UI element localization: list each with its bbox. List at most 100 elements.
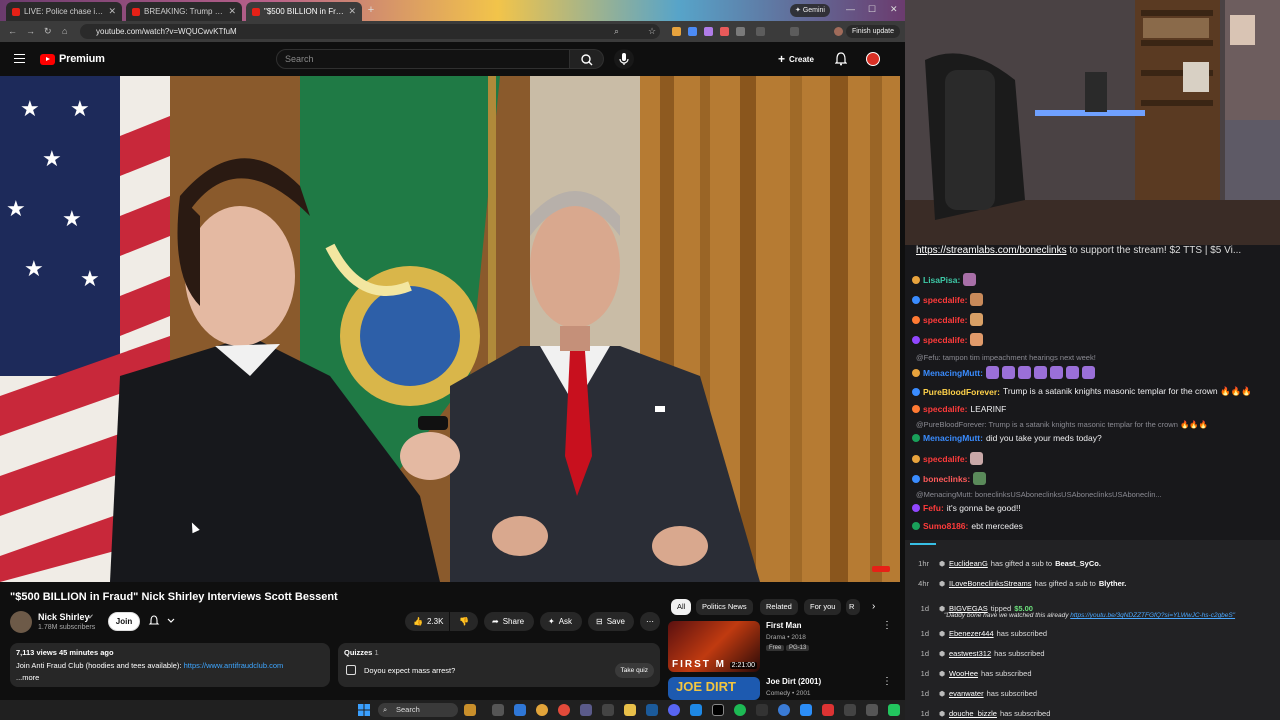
search-input[interactable]: Search [276, 49, 570, 69]
extensions-puzzle-icon[interactable] [756, 27, 765, 36]
join-button[interactable]: Join [108, 612, 140, 631]
share-button[interactable]: ➦ Share [484, 612, 534, 631]
gemini-button[interactable]: ✦ Gemini [790, 4, 830, 17]
chat-username[interactable]: specdalife: [923, 404, 967, 414]
windows-start-icon[interactable] [358, 704, 370, 716]
extension-icon[interactable] [736, 27, 745, 36]
taskbar-app-icon[interactable] [800, 704, 812, 716]
taskbar-app-icon[interactable] [844, 704, 856, 716]
notifications-bell-icon[interactable] [835, 52, 847, 66]
chat-username[interactable]: Sumo8186: [923, 521, 968, 531]
create-button[interactable]: + Create [778, 51, 814, 67]
menu-icon[interactable] [14, 54, 25, 63]
taskbar-app-icon[interactable] [464, 704, 476, 716]
task-view-icon[interactable] [492, 704, 504, 716]
chip-overflow[interactable]: R [846, 599, 860, 615]
forward-icon[interactable]: → [26, 26, 35, 36]
more-vertical-icon[interactable]: ⋮ [882, 676, 892, 687]
file-explorer-icon[interactable] [624, 704, 636, 716]
chat-username[interactable]: boneclinks: [923, 474, 970, 484]
url-field[interactable]: youtube.com/watch?v=WQUCwvKTfuM [80, 24, 660, 39]
taskbar-app-icon[interactable] [888, 704, 900, 716]
maximize-icon[interactable]: ☐ [868, 4, 876, 15]
event-username[interactable]: WooHee [949, 669, 978, 678]
chip-for-you[interactable]: For you [804, 599, 842, 615]
bookmark-star-icon[interactable]: ☆ [648, 26, 656, 37]
dislike-button[interactable]: 👎 [450, 612, 478, 631]
taskbar-app-icon[interactable] [690, 704, 702, 716]
save-button[interactable]: ⊟ Save [588, 612, 634, 631]
show-more-link[interactable]: ...more [16, 673, 324, 682]
voice-search-button[interactable] [614, 49, 634, 69]
like-button[interactable]: 👍 2.3K [405, 612, 449, 631]
tiktok-icon[interactable] [712, 704, 724, 716]
more-actions-button[interactable]: ⋯ [640, 612, 660, 631]
related-thumbnail[interactable]: JOE DIRT [668, 677, 760, 700]
chat-username[interactable]: specdalife: [923, 454, 967, 464]
chat-username[interactable]: specdalife: [923, 315, 967, 325]
video-player[interactable]: ★ ★ ★ ★ ★ ★ ★ [0, 76, 900, 582]
related-title[interactable]: First Man [766, 621, 802, 630]
ask-button[interactable]: ✦ Ask [540, 612, 582, 631]
chat-username[interactable]: specdalife: [923, 335, 967, 345]
tab-police-chase[interactable]: LIVE: Police chase in Los Angeles ✕ [6, 2, 122, 21]
chat-username[interactable]: PureBloodForever: [923, 387, 1000, 397]
zoom-icon[interactable]: ⌕ [614, 26, 619, 37]
tip-message-link[interactable]: https://youtu.be/3qNDZZTFGfQ?si=YLWwJC-h… [1070, 612, 1235, 619]
related-title[interactable]: Joe Dirt (2001) [766, 677, 821, 686]
finish-update-button[interactable]: Finish update [845, 25, 900, 38]
discord-icon[interactable] [668, 704, 680, 716]
event-username[interactable]: EuclideanG [949, 559, 988, 568]
reload-icon[interactable]: ↻ [44, 26, 52, 37]
profile-avatar[interactable] [834, 27, 843, 36]
close-window-icon[interactable]: ✕ [890, 4, 898, 15]
chat-username[interactable]: MenacingMutt: [923, 433, 983, 443]
event-username[interactable]: douche_bizzle [949, 709, 997, 718]
subscribe-watermark-icon[interactable] [872, 566, 890, 572]
back-icon[interactable]: ← [8, 26, 17, 36]
description-box[interactable]: 7,113 views 45 minutes ago Join Anti Fra… [10, 643, 330, 687]
event-target[interactable]: Blyther. [1099, 579, 1127, 588]
home-icon[interactable]: ⌂ [62, 26, 67, 36]
take-quiz-button[interactable]: Take quiz [614, 663, 654, 678]
extension-icon[interactable] [704, 27, 713, 36]
map-pin-icon[interactable] [822, 704, 834, 716]
account-avatar[interactable] [866, 52, 880, 66]
chip-all[interactable]: All [671, 599, 692, 615]
event-username[interactable]: Ebenezer444 [949, 629, 994, 638]
edge-icon[interactable] [514, 704, 526, 716]
chat-username[interactable]: specdalife: [923, 295, 967, 305]
chat-username[interactable]: Fefu: [923, 503, 944, 513]
subscription-bell-button[interactable] [148, 614, 182, 629]
youtube-logo[interactable]: Premium [40, 53, 105, 65]
taskbar-app-icon[interactable] [778, 704, 790, 716]
tab-breaking-trump[interactable]: BREAKING: Trump says US will ✕ [126, 2, 242, 21]
chrome-icon[interactable] [536, 704, 548, 716]
chat-username[interactable]: LisaPisa: [923, 275, 960, 285]
extension-icon[interactable] [720, 27, 729, 36]
taskbar-search[interactable]: ⌕ Search [378, 703, 458, 717]
event-username[interactable]: ILoveBoneclinksStreams [949, 579, 1032, 588]
new-tab-icon[interactable]: + [365, 4, 377, 16]
taskbar-app-icon[interactable] [866, 704, 878, 716]
taskbar-app-icon[interactable] [580, 704, 592, 716]
more-vertical-icon[interactable]: ⋮ [882, 620, 892, 631]
chip-politics-news[interactable]: Politics News [696, 599, 753, 615]
tab-500-billion[interactable]: "$500 BILLION in Fraud" Nick ✕ [246, 2, 362, 21]
related-thumbnail[interactable]: FIRST M 2:21:00 [668, 621, 760, 672]
chevron-right-icon[interactable]: › [872, 601, 875, 612]
taskbar-app-icon[interactable] [602, 704, 614, 716]
extension-icon[interactable] [672, 27, 681, 36]
tab-close-icon[interactable]: ✕ [348, 6, 356, 17]
tab-close-icon[interactable]: ✕ [108, 6, 116, 17]
taskbar-app-icon[interactable] [756, 704, 768, 716]
chip-related[interactable]: Related [760, 599, 798, 615]
spotify-icon[interactable] [734, 704, 746, 716]
steam-icon[interactable] [646, 704, 658, 716]
event-username[interactable]: evanwater [949, 689, 984, 698]
chrome-profile-icon[interactable] [558, 704, 570, 716]
event-username[interactable]: eastwest312 [949, 649, 991, 658]
search-button[interactable] [570, 49, 604, 69]
extension-icon[interactable] [688, 27, 697, 36]
chat-username[interactable]: MenacingMutt: [923, 368, 983, 378]
